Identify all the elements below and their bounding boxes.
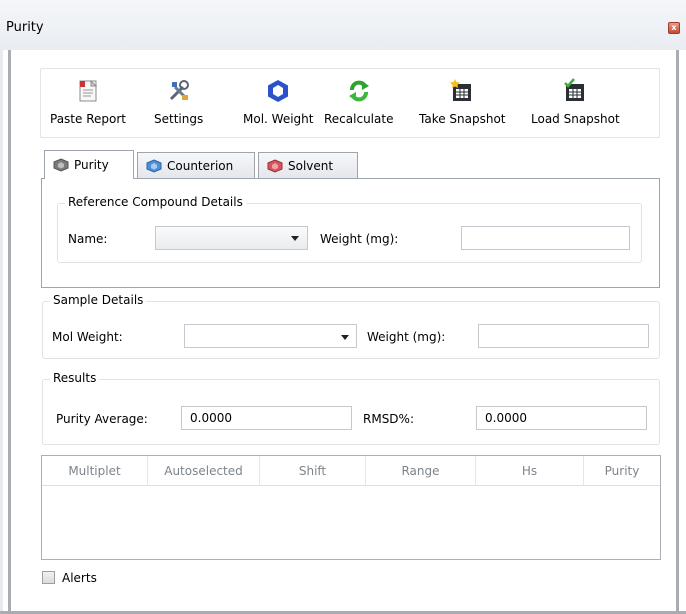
window-frame-right [676, 50, 679, 614]
close-icon[interactable]: x [668, 22, 680, 34]
settings-tools-icon [166, 78, 192, 104]
hexagon-molecule-icon [265, 78, 291, 104]
paste-report-label: Paste Report [50, 112, 126, 126]
tab-counterion-label: Counterion [167, 158, 234, 173]
column-header-range[interactable]: Range [366, 456, 476, 486]
sample-weight-input[interactable] [478, 324, 649, 348]
hexagon-blue-icon [146, 158, 162, 173]
window-title: Purity [6, 20, 44, 35]
rmsd-label: RMSD%: [363, 412, 414, 426]
paste-report-button[interactable]: Paste Report [50, 78, 126, 126]
paste-report-icon [75, 78, 101, 104]
hexagon-gray-icon [53, 158, 69, 172]
sample-details-title: Sample Details [50, 293, 147, 307]
column-header-multiplet[interactable]: Multiplet [42, 456, 148, 486]
reference-weight-label: Weight (mg): [320, 232, 399, 246]
take-snapshot-label: Take Snapshot [419, 112, 506, 126]
take-snapshot-button[interactable]: Take Snapshot [419, 78, 506, 126]
reference-compound-title: Reference Compound Details [65, 195, 246, 209]
hexagon-red-icon [267, 158, 283, 173]
mol-weight-label: Mol. Weight [243, 112, 314, 126]
purity-window: Purity x Paste Report Settings Mol. Weig… [0, 0, 686, 614]
reference-weight-input[interactable] [461, 226, 630, 250]
chevron-down-icon[interactable] [341, 335, 349, 340]
chevron-down-icon[interactable] [291, 236, 299, 241]
load-snapshot-icon [562, 78, 588, 104]
settings-label: Settings [154, 112, 204, 126]
mol-weight-combobox[interactable] [184, 324, 357, 348]
tab-counterion[interactable]: Counterion [137, 152, 255, 178]
table-header: Multiplet Autoselected Shift Range Hs Pu… [42, 456, 660, 486]
name-label: Name: [68, 232, 108, 246]
tab-purity[interactable]: Purity [44, 150, 134, 179]
results-title: Results [50, 371, 100, 385]
column-header-shift[interactable]: Shift [260, 456, 366, 486]
recalculate-button[interactable]: Recalculate [324, 78, 393, 126]
tab-solvent[interactable]: Solvent [258, 152, 358, 178]
tab-purity-label: Purity [74, 158, 109, 172]
tab-solvent-label: Solvent [288, 158, 334, 173]
column-header-autoselected[interactable]: Autoselected [148, 456, 260, 486]
mol-weight-button[interactable]: Mol. Weight [243, 78, 313, 126]
recalculate-label: Recalculate [324, 112, 394, 126]
alerts-checkbox[interactable] [42, 571, 55, 584]
window-frame-outer [0, 50, 3, 614]
settings-button[interactable]: Settings [154, 78, 203, 126]
alerts-label: Alerts [62, 571, 97, 585]
title-bar: Purity x [0, 0, 686, 50]
purity-average-label: Purity Average: [56, 412, 148, 426]
multiplet-table[interactable]: Multiplet Autoselected Shift Range Hs Pu… [41, 455, 661, 560]
recalculate-arrows-icon [346, 78, 372, 104]
sample-weight-label: Weight (mg): [367, 330, 446, 344]
load-snapshot-label: Load Snapshot [531, 112, 620, 126]
name-combobox[interactable] [155, 226, 308, 250]
take-snapshot-icon [449, 78, 475, 104]
load-snapshot-button[interactable]: Load Snapshot [531, 78, 620, 126]
column-header-purity[interactable]: Purity [584, 456, 660, 486]
rmsd-field[interactable]: 0.0000 [476, 406, 647, 430]
mol-weight-field-label: Mol Weight: [52, 330, 123, 344]
purity-average-field[interactable]: 0.0000 [181, 406, 352, 430]
column-header-hs[interactable]: Hs [476, 456, 584, 486]
